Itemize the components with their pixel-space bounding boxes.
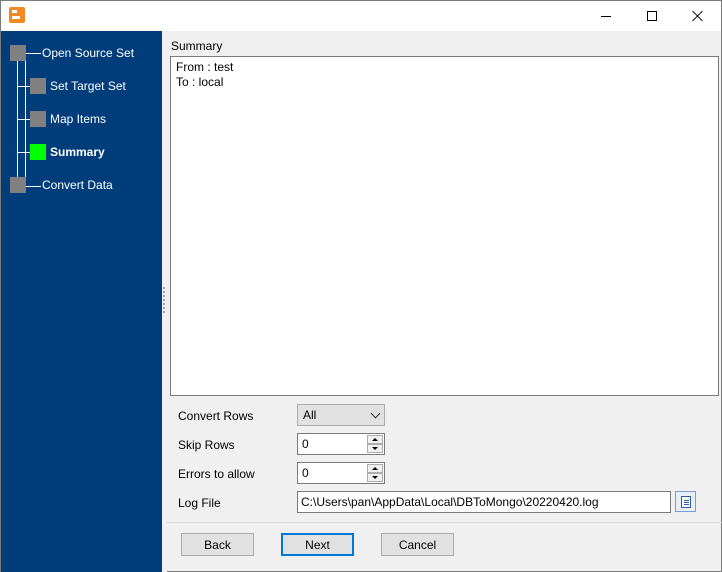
arrow-down-icon <box>372 447 378 450</box>
close-button[interactable] <box>675 1 721 31</box>
step-node-map-items <box>30 111 46 127</box>
step-open-source-set: Open Source Set <box>42 46 135 60</box>
chevron-down-icon <box>370 408 381 419</box>
maximize-button[interactable] <box>629 1 675 31</box>
wizard-steps-sidebar: Open Source Set Set Target Set Map Items… <box>1 31 162 572</box>
step-node-open-source <box>10 45 26 61</box>
step-node-convert-data <box>10 177 26 193</box>
errors-increment[interactable] <box>367 464 383 473</box>
close-icon <box>692 10 704 22</box>
step-node-set-target <box>30 78 46 94</box>
convert-rows-select[interactable]: All <box>297 404 385 426</box>
summary-line-from: From : test <box>176 60 234 74</box>
step-convert-data: Convert Data <box>42 178 113 192</box>
grip-dot <box>163 291 165 293</box>
convert-rows-value: All <box>303 408 317 422</box>
convert-rows-label: Convert Rows <box>178 409 254 423</box>
errors-decrement[interactable] <box>367 473 383 482</box>
summary-heading: Summary <box>171 39 223 53</box>
browse-log-file-button[interactable] <box>675 491 696 512</box>
grip-dot <box>163 299 165 301</box>
arrow-up-icon <box>372 438 378 441</box>
skip-rows-increment[interactable] <box>367 435 383 444</box>
summary-line-to: To : local <box>176 75 224 89</box>
errors-to-allow-value: 0 <box>302 466 309 480</box>
summary-textbox[interactable]: From : test To : local <box>170 56 719 396</box>
maximize-icon <box>647 11 657 21</box>
errors-to-allow-stepper[interactable]: 0 <box>297 462 385 484</box>
app-window: Open Source Set Set Target Set Map Items… <box>0 0 722 572</box>
grip-dot <box>163 311 165 313</box>
minimize-button[interactable] <box>583 1 629 31</box>
grip-dot <box>163 295 165 297</box>
splitter-handle[interactable] <box>162 31 167 572</box>
back-button[interactable]: Back <box>181 533 254 556</box>
title-bar <box>1 1 721 31</box>
skip-rows-label: Skip Rows <box>178 438 235 452</box>
step-map-items: Map Items <box>50 112 107 126</box>
skip-rows-value: 0 <box>302 437 309 451</box>
next-button[interactable]: Next <box>281 533 354 556</box>
grip-dot <box>163 287 165 289</box>
tree-line <box>17 60 18 184</box>
minimize-icon <box>601 15 611 17</box>
cancel-button[interactable]: Cancel <box>381 533 454 556</box>
grip-dot <box>163 307 165 309</box>
errors-to-allow-label: Errors to allow <box>178 467 255 481</box>
tree-line <box>25 53 41 54</box>
skip-rows-stepper[interactable]: 0 <box>297 433 385 455</box>
arrow-up-icon <box>372 467 378 470</box>
grip-dot <box>163 303 165 305</box>
arrow-down-icon <box>372 476 378 479</box>
skip-rows-decrement[interactable] <box>367 444 383 453</box>
document-icon <box>681 496 691 508</box>
log-file-label: Log File <box>178 496 221 510</box>
button-divider <box>167 522 722 523</box>
log-file-input[interactable]: C:\Users\pan\AppData\Local\DBToMongo\202… <box>297 491 671 513</box>
step-set-target-set: Set Target Set <box>50 79 126 93</box>
tree-line <box>25 186 41 187</box>
app-icon <box>9 7 25 23</box>
step-node-summary <box>30 144 46 160</box>
step-summary: Summary <box>50 145 105 159</box>
